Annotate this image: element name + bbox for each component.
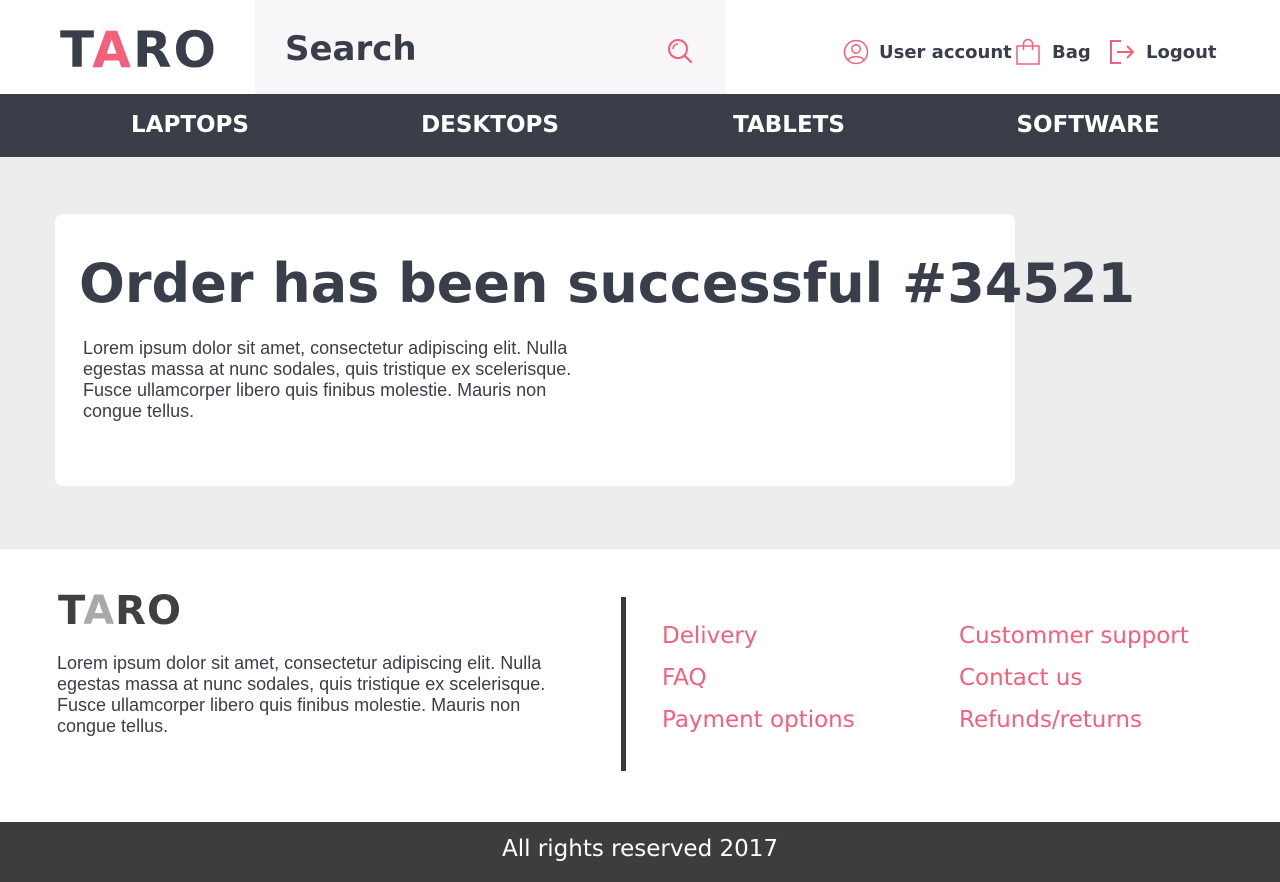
- footer-link-faq[interactable]: FAQ: [662, 663, 707, 693]
- search-icon[interactable]: [666, 37, 696, 67]
- logo-letters: RO: [132, 21, 218, 79]
- search-input[interactable]: [285, 22, 645, 76]
- footer-link-delivery[interactable]: Delivery: [662, 621, 757, 651]
- logout-label: Logout: [1146, 41, 1217, 63]
- footer-divider: [621, 597, 626, 771]
- user-account-label: User account: [879, 41, 1012, 63]
- footer-description: Lorem ipsum dolor sit amet, consectetur …: [57, 653, 546, 736]
- footer-logo[interactable]: TARO: [58, 589, 182, 633]
- nav-item-desktops[interactable]: DESKTOPS: [340, 94, 640, 157]
- footer-link-refunds-returns[interactable]: Refunds/returns: [959, 705, 1142, 735]
- copyright-text: All rights reserved 2017: [501, 836, 779, 862]
- search-bar: [255, 0, 725, 94]
- bag-button[interactable]: Bag: [1014, 36, 1091, 68]
- footer-link-contact-us[interactable]: Contact us: [959, 663, 1082, 693]
- logo-letter: T: [60, 21, 93, 79]
- page-title: Order has been successful #34521: [79, 252, 1136, 315]
- user-account-button[interactable]: User account: [843, 36, 1012, 68]
- logo[interactable]: TARO: [60, 22, 218, 78]
- footer-link-payment-options[interactable]: Payment options: [662, 705, 855, 735]
- nav-item-tablets[interactable]: TABLETS: [639, 94, 939, 157]
- logout-button[interactable]: Logout: [1108, 36, 1217, 68]
- site-footer: TARO Lorem ipsum dolor sit amet, consect…: [0, 549, 1280, 822]
- nav-item-laptops[interactable]: LAPTOPS: [40, 94, 340, 157]
- copyright-bar: All rights reserved 2017: [0, 822, 1280, 882]
- user-icon: [843, 39, 869, 65]
- footer-logo-letters: RO: [115, 588, 182, 634]
- order-description: Lorem ipsum dolor sit amet, consectetur …: [83, 338, 572, 421]
- footer-logo-accent-letter: A: [83, 588, 116, 634]
- logo-accent-letter: A: [92, 21, 133, 79]
- category-nav: LAPTOPS DESKTOPS TABLETS SOFTWARE: [0, 94, 1280, 157]
- bag-label: Bag: [1052, 41, 1091, 63]
- logout-icon: [1110, 40, 1135, 64]
- nav-item-software[interactable]: SOFTWARE: [938, 94, 1238, 157]
- footer-logo-letter: T: [58, 588, 84, 634]
- footer-link-customer-support[interactable]: Custommer support: [959, 621, 1189, 651]
- order-confirmation-card: Order has been successful #34521 Lorem i…: [55, 214, 1136, 486]
- site-header: TARO User account Bag Logout: [0, 0, 1280, 94]
- bag-icon: [1016, 38, 1040, 65]
